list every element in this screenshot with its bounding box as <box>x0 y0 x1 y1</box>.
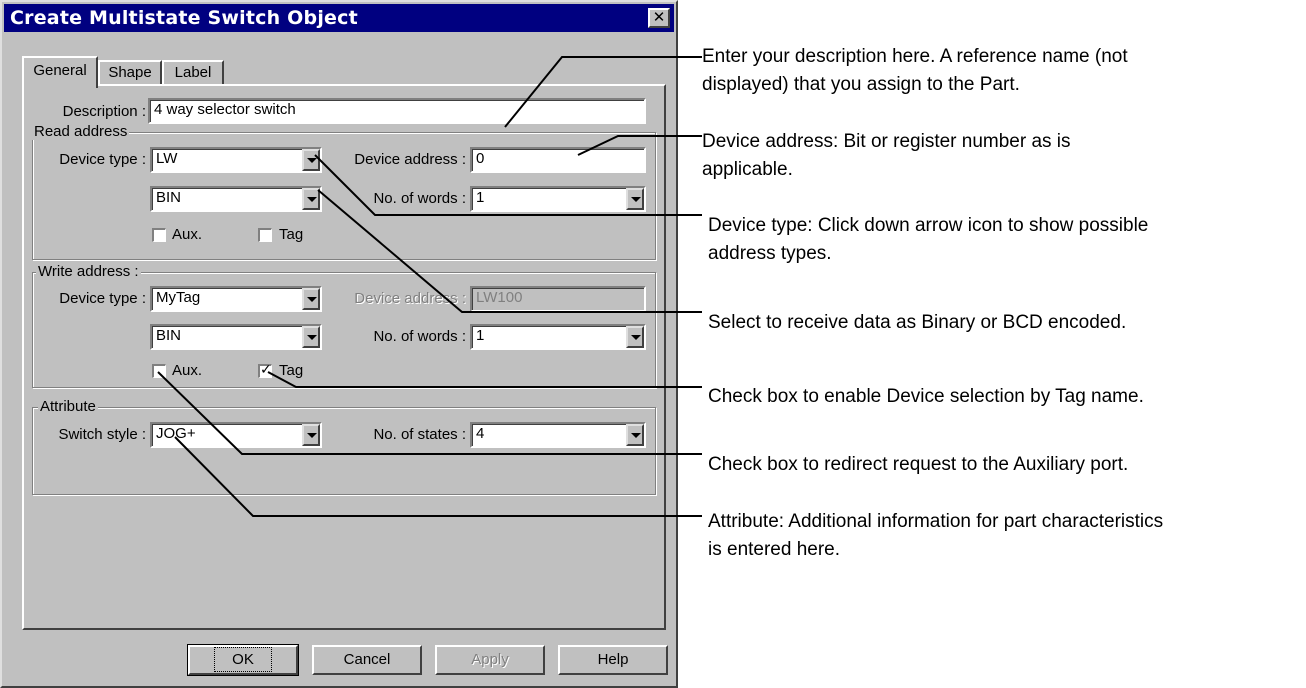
write-tag-label: Tag <box>279 362 304 379</box>
annotation-description: Enter your description here. A reference… <box>702 43 1128 99</box>
annotation-format: Select to receive data as Binary or BCD … <box>708 309 1126 337</box>
read-format-select[interactable]: BIN <box>150 186 322 212</box>
description-label: Description : <box>62 103 146 120</box>
switch-style-select[interactable]: JOG+ <box>150 422 322 448</box>
chevron-down-icon[interactable] <box>626 326 644 348</box>
write-format-select[interactable]: BIN <box>150 324 322 350</box>
checkmark-icon: ✓ <box>260 362 272 378</box>
annotation-line: Device type: Click down arrow icon to sh… <box>708 215 1149 236</box>
chevron-down-icon[interactable] <box>302 288 320 310</box>
write-device-address-label: Device address : <box>354 290 466 307</box>
annotation-tag: Check box to enable Device selection by … <box>708 383 1144 411</box>
apply-button: Apply <box>435 645 545 675</box>
read-format-value: BIN <box>156 189 182 206</box>
write-words-label: No. of words : <box>373 328 466 345</box>
read-tag-label: Tag <box>279 226 304 243</box>
annotation-line: address types. <box>708 243 832 264</box>
read-tag-checkbox[interactable] <box>258 228 272 242</box>
read-device-type-value: LW <box>156 150 178 167</box>
read-aux-checkbox[interactable] <box>152 228 166 242</box>
write-aux-label: Aux. <box>172 362 203 379</box>
annotation-attribute: Attribute: Additional information for pa… <box>708 508 1163 564</box>
annotation-line: displayed) that you assign to the Part. <box>702 74 1020 95</box>
tab-label[interactable]: Label <box>162 60 224 86</box>
annotation-aux: Check box to redirect request to the Aux… <box>708 451 1128 479</box>
help-button[interactable]: Help <box>558 645 668 675</box>
write-tag-checkbox[interactable]: ✓ <box>258 362 272 378</box>
states-value: 4 <box>476 425 485 442</box>
write-words-select[interactable]: 1 <box>470 324 646 350</box>
annotation-line: applicable. <box>702 159 793 180</box>
ok-button[interactable]: OK <box>187 644 299 676</box>
write-words-value: 1 <box>476 327 485 344</box>
annotation-device-address: Device address: Bit or register number a… <box>702 128 1071 184</box>
read-words-label: No. of words : <box>373 190 466 207</box>
read-address-title: Read address <box>32 123 130 140</box>
ok-label: OK <box>214 647 272 672</box>
write-device-address-input: LW100 <box>470 286 646 312</box>
states-label: No. of states : <box>373 426 466 443</box>
annotation-line: Check box to enable Device selection by … <box>708 386 1144 407</box>
read-words-value: 1 <box>476 189 485 206</box>
title-bar[interactable]: Create Multistate Switch Object ✕ <box>4 4 674 32</box>
attribute-title: Attribute <box>38 398 98 415</box>
annotation-device-type: Device type: Click down arrow icon to sh… <box>708 212 1148 268</box>
switch-style-label: Switch style : <box>58 426 146 443</box>
write-format-value: BIN <box>156 327 182 344</box>
description-input[interactable]: 4 way selector switch <box>148 98 646 124</box>
chevron-down-icon[interactable] <box>302 188 320 210</box>
write-address-title: Write address : <box>36 263 141 280</box>
write-device-type-label: Device type : <box>59 290 146 307</box>
cancel-button[interactable]: Cancel <box>312 645 422 675</box>
read-aux-label: Aux. <box>172 226 203 243</box>
annotation-line: Device address: Bit or register number a… <box>702 131 1071 152</box>
annotation-line: Attribute: Additional information for pa… <box>708 511 1164 532</box>
states-select[interactable]: 4 <box>470 422 646 448</box>
write-device-type-select[interactable]: MyTag <box>150 286 322 312</box>
annotation-line: is entered here. <box>708 539 841 560</box>
window-title: Create Multistate Switch Object <box>10 7 358 29</box>
chevron-down-icon[interactable] <box>302 149 320 171</box>
write-device-type-value: MyTag <box>156 289 201 306</box>
read-words-select[interactable]: 1 <box>470 186 646 212</box>
dialog-window: Create Multistate Switch Object ✕ Genera… <box>0 0 678 688</box>
tab-shape[interactable]: Shape <box>98 60 162 86</box>
chevron-down-icon[interactable] <box>626 188 644 210</box>
chevron-down-icon[interactable] <box>302 424 320 446</box>
switch-style-value: JOG+ <box>156 425 196 442</box>
close-button[interactable]: ✕ <box>648 8 670 28</box>
attribute-group <box>32 407 656 495</box>
annotation-line: Enter your description here. A reference… <box>702 46 1128 67</box>
read-device-address-label: Device address : <box>354 151 466 168</box>
chevron-down-icon[interactable] <box>302 326 320 348</box>
annotation-line: Select to receive data as Binary or BCD … <box>708 312 1127 333</box>
chevron-down-icon[interactable] <box>626 424 644 446</box>
read-device-address-input[interactable]: 0 <box>470 147 646 173</box>
read-device-type-select[interactable]: LW <box>150 147 322 173</box>
annotation-line: Check box to redirect request to the Aux… <box>708 454 1129 475</box>
write-aux-checkbox[interactable] <box>152 364 166 378</box>
read-device-type-label: Device type : <box>59 151 146 168</box>
close-icon: ✕ <box>652 8 666 26</box>
tab-general[interactable]: General <box>22 56 98 88</box>
